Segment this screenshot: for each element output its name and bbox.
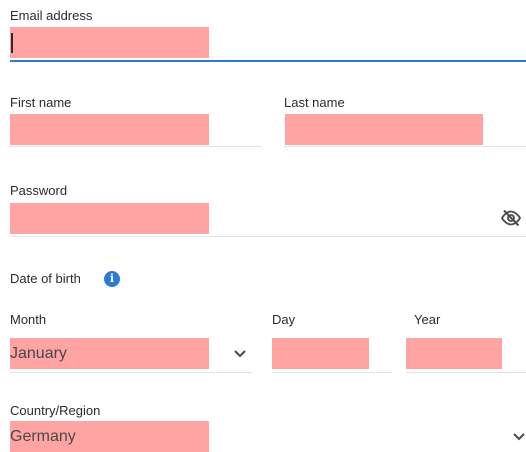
first-name-input[interactable] — [10, 114, 209, 145]
text-cursor — [11, 33, 13, 53]
day-underline — [272, 372, 392, 373]
email-underline — [10, 60, 526, 62]
last-name-underline — [284, 146, 526, 147]
month-label: Month — [10, 312, 47, 327]
eye-slash-icon[interactable] — [500, 209, 522, 227]
first-name-label: First name — [10, 95, 72, 110]
chevron-down-icon[interactable] — [233, 349, 247, 359]
dob-label: Date of birth — [10, 271, 81, 286]
email-input[interactable] — [10, 27, 209, 58]
first-name-underline — [10, 146, 262, 147]
info-icon[interactable]: i — [104, 271, 120, 287]
last-name-label: Last name — [284, 95, 345, 110]
password-label: Password — [10, 183, 68, 198]
year-label: Year — [414, 312, 441, 327]
year-input[interactable] — [406, 338, 502, 369]
day-input[interactable] — [272, 338, 369, 369]
last-name-input[interactable] — [285, 114, 483, 145]
password-input[interactable] — [10, 203, 209, 234]
day-label: Day — [272, 312, 296, 327]
year-underline — [406, 372, 526, 373]
country-value: Germany — [10, 428, 76, 445]
month-value: January — [10, 345, 67, 362]
password-underline — [10, 236, 526, 237]
month-select[interactable]: January — [10, 338, 209, 369]
email-label: Email address — [10, 8, 93, 23]
month-underline — [10, 372, 252, 373]
country-label: Country/Region — [10, 403, 101, 418]
country-select[interactable]: Germany — [10, 421, 209, 452]
country-chevron-down-icon[interactable] — [512, 432, 526, 442]
